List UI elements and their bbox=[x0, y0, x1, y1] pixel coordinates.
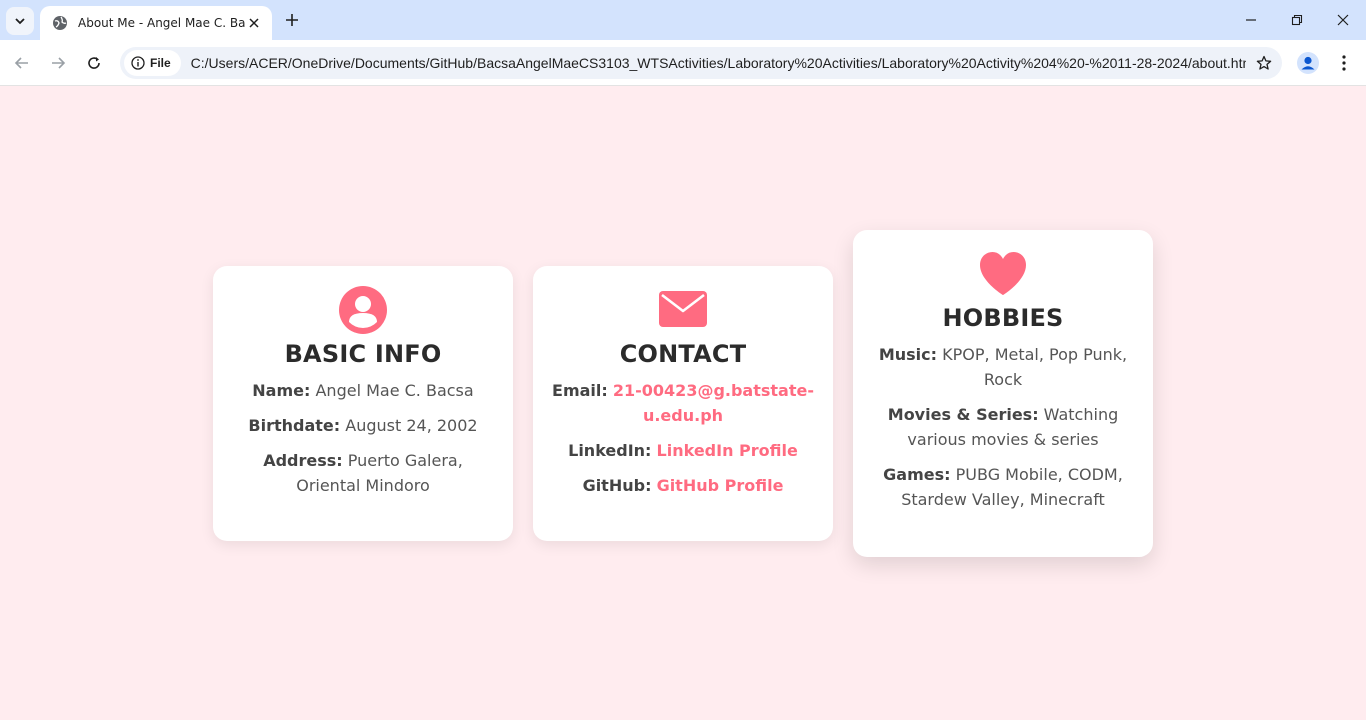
games-row: Games: PUBG Mobile, CODM, Stardew Valley… bbox=[871, 462, 1135, 512]
address-label: Address: bbox=[263, 451, 343, 470]
address-bar[interactable]: File C:/Users/ACER/OneDrive/Documents/Gi… bbox=[120, 47, 1282, 79]
globe-icon bbox=[52, 15, 68, 31]
tab-search-icon bbox=[15, 18, 25, 25]
reload-icon bbox=[88, 57, 100, 69]
movies-row: Movies & Series: Watching various movies… bbox=[871, 402, 1135, 452]
close-window-button[interactable] bbox=[1320, 0, 1366, 40]
forward-icon bbox=[52, 57, 66, 69]
active-tab[interactable]: About Me - Angel Mae C. Bacsa bbox=[40, 6, 272, 40]
close-window-icon bbox=[1337, 14, 1349, 26]
github-row: GitHub: GitHub Profile bbox=[551, 473, 815, 498]
github-label: GitHub: bbox=[582, 476, 652, 495]
basic-info-title: BASIC INFO bbox=[284, 340, 442, 368]
profile-icon bbox=[1297, 52, 1319, 74]
name-value: Angel Mae C. Bacsa bbox=[310, 381, 474, 400]
browser-tab-bar: About Me - Angel Mae C. Bacsa bbox=[0, 0, 1366, 40]
email-row: Email: 21-00423@g.batstate-u.edu.ph bbox=[551, 378, 815, 428]
user-circle-icon bbox=[231, 286, 495, 334]
tab-title: About Me - Angel Mae C. Bacsa bbox=[78, 16, 246, 30]
hobbies-title: HOBBIES bbox=[942, 304, 1064, 332]
plus-icon bbox=[286, 14, 298, 26]
music-label: Music: bbox=[878, 345, 938, 364]
star-icon bbox=[1256, 55, 1272, 70]
name-row: Name: Angel Mae C. Bacsa bbox=[231, 378, 495, 403]
contact-title: CONTACT bbox=[619, 340, 747, 368]
heart-icon bbox=[871, 250, 1135, 298]
linkedin-label: LinkedIn: bbox=[568, 441, 652, 460]
email-link[interactable]: 21-00423@g.batstate-u.edu.ph bbox=[613, 381, 814, 425]
close-tab-button[interactable] bbox=[246, 15, 262, 31]
tab-search-button[interactable] bbox=[6, 7, 34, 35]
restore-button[interactable] bbox=[1274, 0, 1320, 40]
birthdate-value: August 24, 2002 bbox=[340, 416, 478, 435]
new-tab-button[interactable] bbox=[280, 8, 304, 32]
address-row: Address: Puerto Galera, Oriental Mindoro bbox=[231, 448, 495, 498]
profile-button[interactable] bbox=[1294, 49, 1322, 77]
browser-toolbar: File C:/Users/ACER/OneDrive/Documents/Gi… bbox=[0, 40, 1366, 86]
reload-button[interactable] bbox=[80, 49, 108, 77]
back-button[interactable] bbox=[8, 49, 36, 77]
envelope-icon bbox=[551, 286, 815, 334]
close-icon bbox=[249, 18, 259, 28]
kebab-menu-icon bbox=[1342, 55, 1346, 71]
name-label: Name: bbox=[252, 381, 311, 400]
back-icon bbox=[14, 57, 28, 69]
site-chip-label: File bbox=[150, 56, 171, 70]
restore-icon bbox=[1291, 14, 1303, 26]
forward-button[interactable] bbox=[44, 49, 72, 77]
music-value: KPOP, Metal, Pop Punk, Rock bbox=[937, 345, 1128, 389]
email-label: Email: bbox=[552, 381, 608, 400]
birthdate-label: Birthdate: bbox=[248, 416, 341, 435]
hobbies-card: HOBBIES Music: KPOP, Metal, Pop Punk, Ro… bbox=[853, 230, 1153, 557]
github-link[interactable]: GitHub Profile bbox=[657, 476, 784, 495]
info-icon bbox=[131, 56, 145, 70]
linkedin-link[interactable]: LinkedIn Profile bbox=[657, 441, 798, 460]
basic-info-card: BASIC INFO Name: Angel Mae C. Bacsa Birt… bbox=[213, 266, 513, 541]
bookmark-button[interactable] bbox=[1246, 47, 1282, 79]
minimize-button[interactable] bbox=[1228, 0, 1274, 40]
url-text[interactable]: C:/Users/ACER/OneDrive/Documents/GitHub/… bbox=[191, 55, 1246, 71]
music-row: Music: KPOP, Metal, Pop Punk, Rock bbox=[871, 342, 1135, 392]
movies-label: Movies & Series: bbox=[887, 405, 1039, 424]
site-info-chip[interactable]: File bbox=[124, 50, 181, 76]
contact-card: CONTACT Email: 21-00423@g.batstate-u.edu… bbox=[533, 266, 833, 541]
linkedin-row: LinkedIn: LinkedIn Profile bbox=[551, 438, 815, 463]
browser-menu-button[interactable] bbox=[1330, 49, 1358, 77]
minimize-icon bbox=[1246, 19, 1256, 21]
birthdate-row: Birthdate: August 24, 2002 bbox=[231, 413, 495, 438]
games-label: Games: bbox=[883, 465, 951, 484]
